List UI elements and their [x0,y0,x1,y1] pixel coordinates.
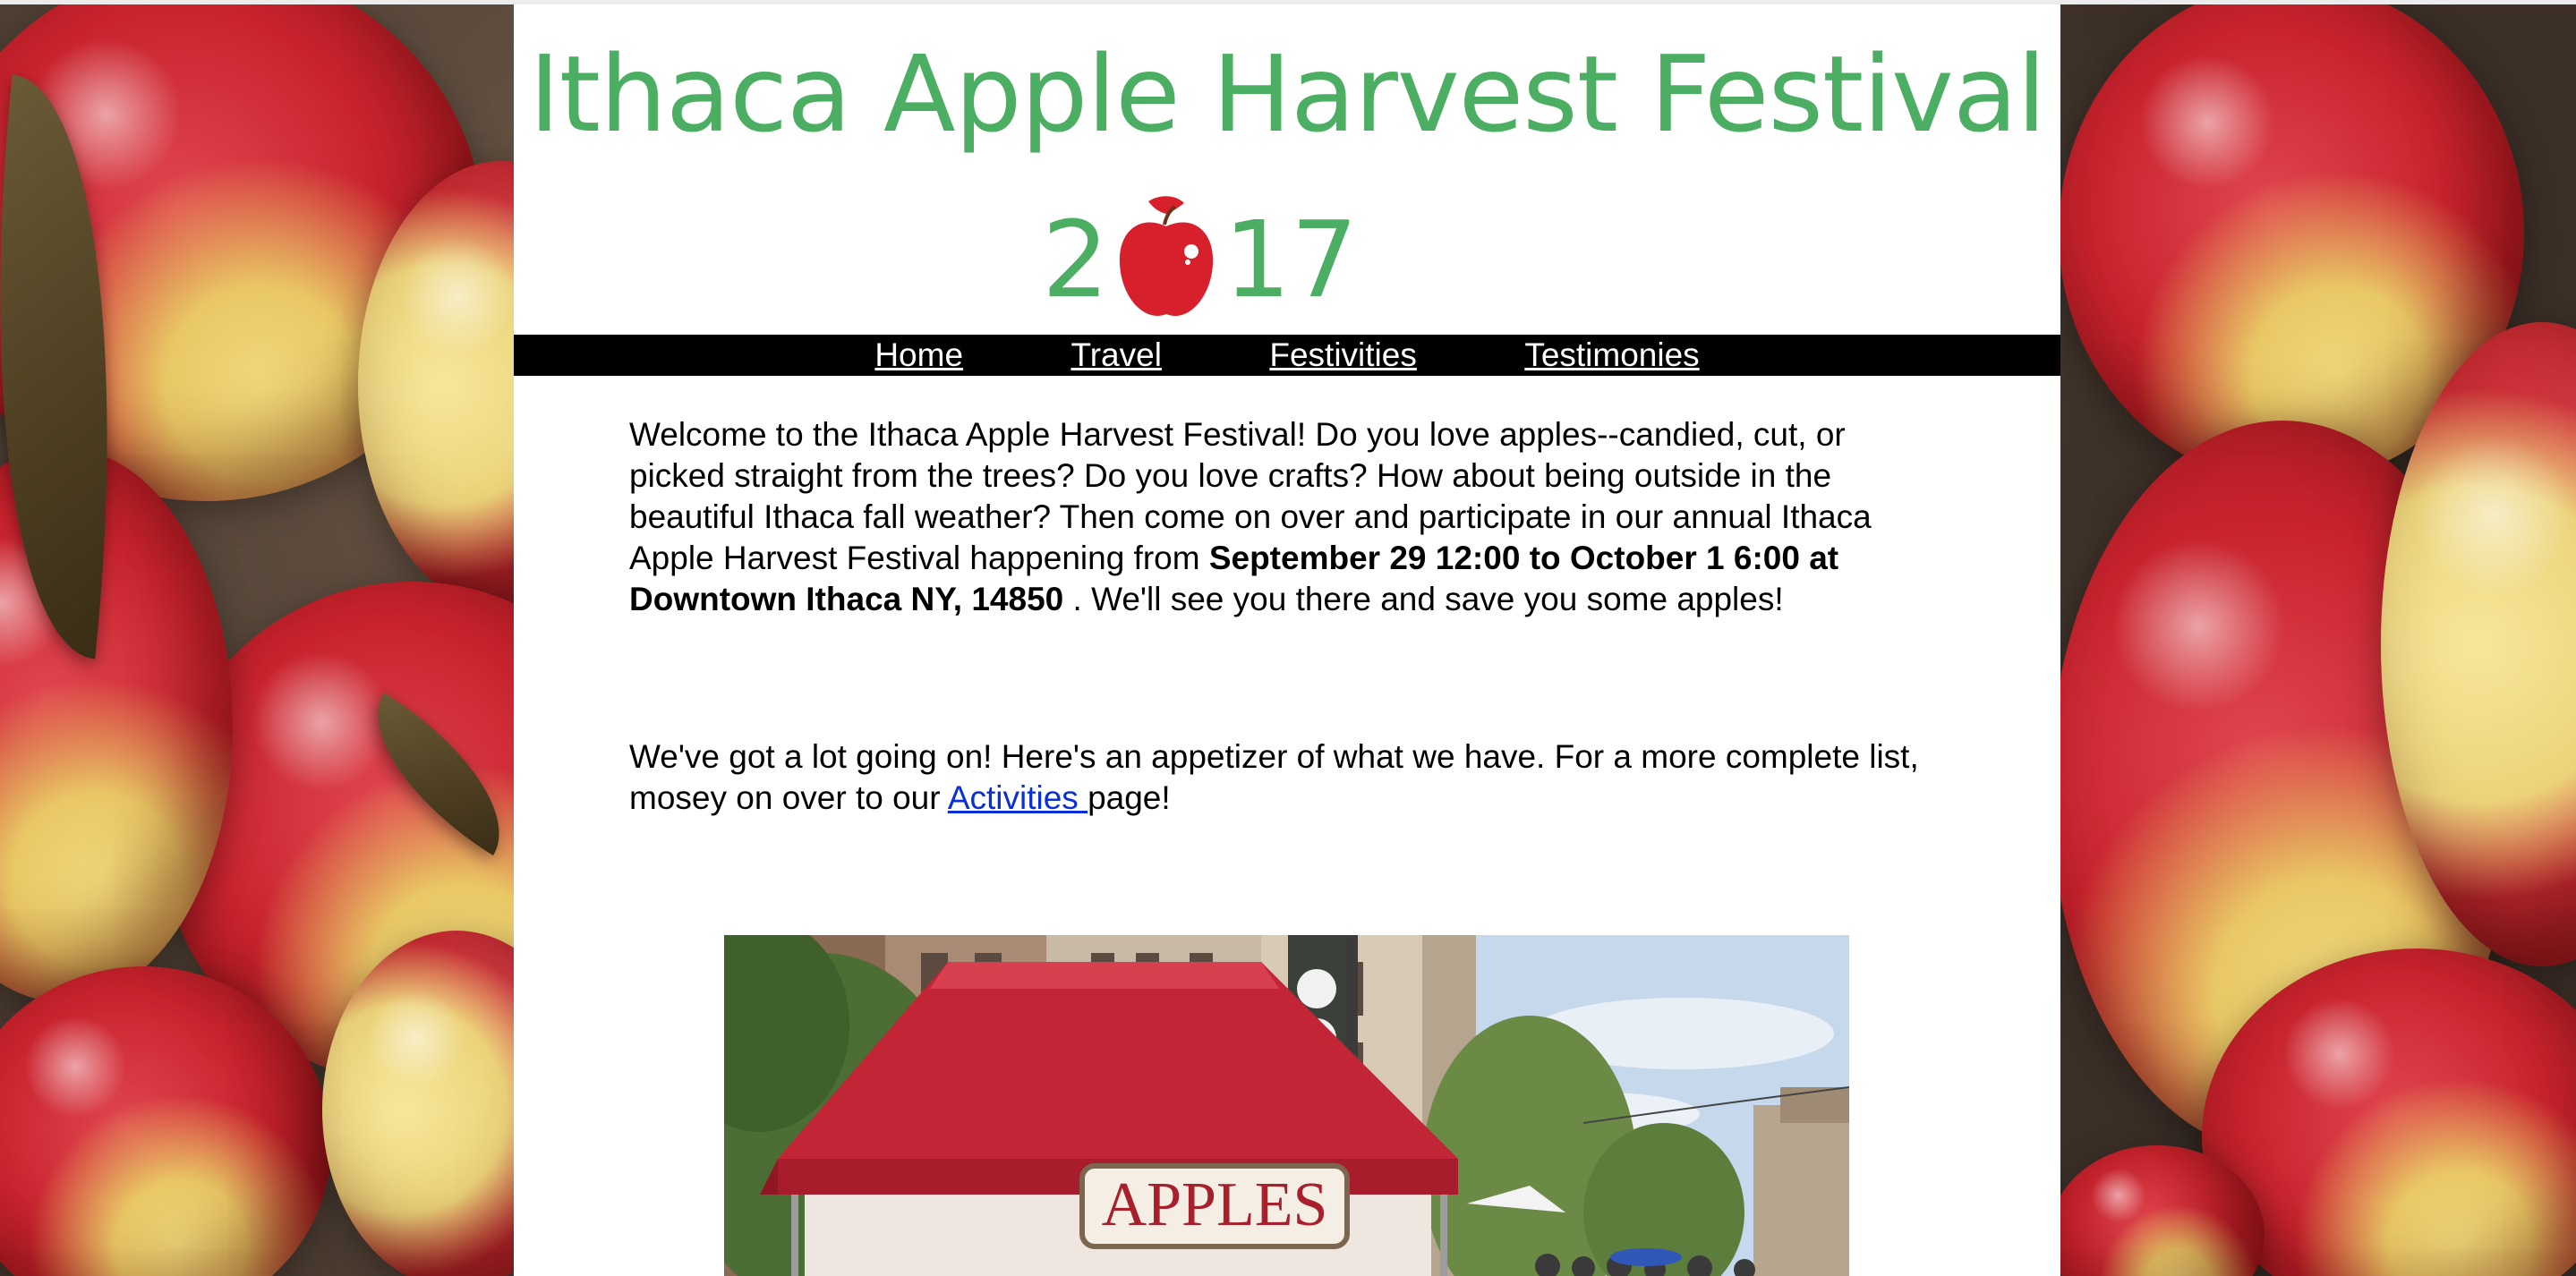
festival-year: 2 17 [1042,192,1489,327]
intro-paragraph: Welcome to the Ithaca Apple Harvest Fest… [629,414,1936,620]
activities-paragraph: We've got a lot going on! Here's an appe… [629,736,1936,819]
festival-photo: APPLES [724,935,1849,1276]
nav-bar: Home Travel Festivities Testimonies [514,335,2060,376]
activities-link[interactable]: Activities [948,779,1088,816]
nav-testimonies[interactable]: Testimonies [1524,335,1699,376]
year-digits-17: 17 [1224,198,1359,321]
apple-stand-photo: APPLES [724,935,1849,1276]
apple-icon [1119,196,1214,317]
year-digit-2: 2 [1042,198,1110,321]
nav-home[interactable]: Home [874,335,963,376]
apples-sign-text: APPLES [1102,1170,1328,1239]
activities-text: We've got a lot going on! Here's an appe… [629,738,1919,816]
activities-closing-text: page! [1088,779,1171,816]
nav-travel[interactable]: Travel [1070,335,1161,376]
nav-festivities[interactable]: Festivities [1269,335,1416,376]
main-column: Ithaca Apple Harvest Festival 2 17 Home … [514,4,2060,1276]
content: Welcome to the Ithaca Apple Harvest Fest… [629,414,1936,819]
intro-closing-text: . We'll see you there and save you some … [1063,581,1784,617]
page-title: Ithaca Apple Harvest Festival [529,32,2046,156]
